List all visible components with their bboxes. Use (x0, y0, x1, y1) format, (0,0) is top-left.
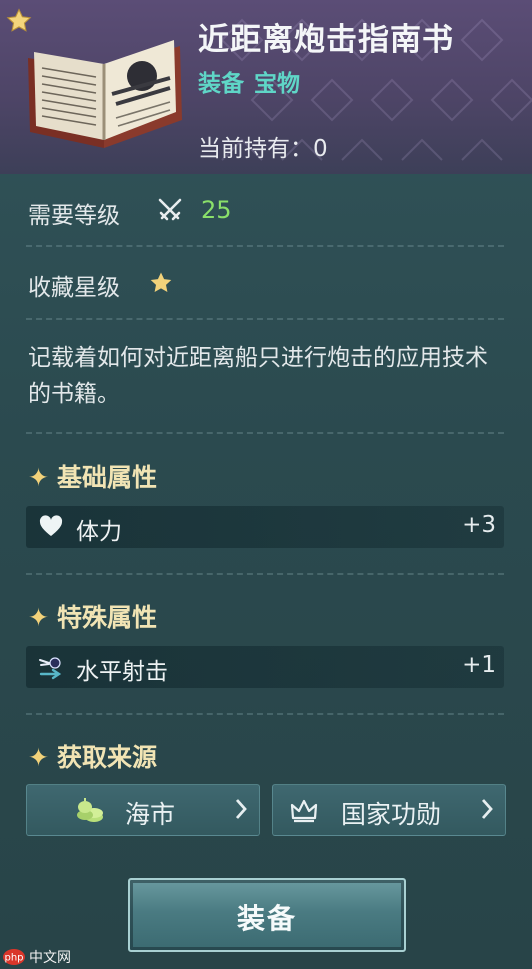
sparkle-icon: ✦ (28, 463, 49, 492)
chevron-right-icon (235, 799, 247, 819)
section-title-text: 特殊属性 (56, 603, 157, 632)
required-level-label: 需要等级 (28, 203, 120, 229)
sparkle-icon: ✦ (28, 743, 49, 772)
heart-icon (39, 515, 63, 536)
favorite-rating-label: 收藏星级 (28, 275, 120, 301)
owned-count: 0 (313, 136, 328, 162)
open-book-icon (28, 40, 182, 148)
stat-row: 体力 +3 (26, 506, 504, 548)
section-title-text: 基础属性 (56, 463, 157, 492)
item-detail-panel: 近距离炮击指南书 装备 宝物 当前持有：0 需要等级 25 收藏星级 记载着如何对… (0, 0, 532, 969)
crossed-swords-icon (158, 198, 182, 221)
svg-text:中文网: 中文网 (29, 950, 71, 966)
source-label: 海市 (125, 800, 176, 829)
section-title-text: 获取来源 (56, 743, 157, 772)
source-button-national-merit[interactable]: 国家功勋 (272, 784, 506, 836)
required-level-value: 25 (201, 196, 232, 224)
owned-label: 当前持有： (198, 136, 313, 162)
item-type-tags: 装备 宝物 (198, 64, 310, 98)
equip-button-label: 装备 (236, 902, 297, 935)
item-description: 记载着如何对近距离船只进行炮击的应用技术的书籍。 (28, 345, 488, 407)
sparkle-icon: ✦ (28, 603, 49, 632)
owned-count-row: 当前持有：0 (198, 129, 328, 163)
stat-label: 水平射击 (76, 659, 168, 685)
chevron-right-icon (481, 799, 493, 819)
special-attributes-title: ✦ 特殊属性 (28, 598, 157, 634)
item-type-tag: 装备 (198, 71, 244, 97)
stat-row: 水平射击 +1 (26, 646, 504, 688)
stat-label: 体力 (76, 519, 122, 545)
horizontal-shot-icon (39, 657, 62, 680)
divider (26, 245, 504, 247)
coins-icon (77, 798, 103, 822)
base-attributes-title: ✦ 基础属性 (28, 458, 157, 494)
item-header: 近距离炮击指南书 装备 宝物 当前持有：0 (0, 0, 532, 174)
crown-icon (290, 799, 318, 823)
item-type-tag: 宝物 (254, 71, 300, 97)
equip-button[interactable]: 装备 (128, 878, 406, 952)
source-label: 国家功勋 (341, 800, 442, 829)
favorite-star-icon (150, 272, 172, 292)
stat-value: +3 (462, 512, 496, 538)
item-name: 近距离炮击指南书 (198, 22, 454, 58)
watermark-logo: php 中文网 (3, 949, 71, 966)
divider (26, 573, 504, 575)
divider (26, 432, 504, 434)
sources-title: ✦ 获取来源 (28, 738, 157, 774)
divider (26, 713, 504, 715)
source-button-market[interactable]: 海市 (26, 784, 260, 836)
svg-text:php: php (4, 953, 23, 964)
divider (26, 318, 504, 320)
stat-value: +1 (462, 652, 496, 678)
